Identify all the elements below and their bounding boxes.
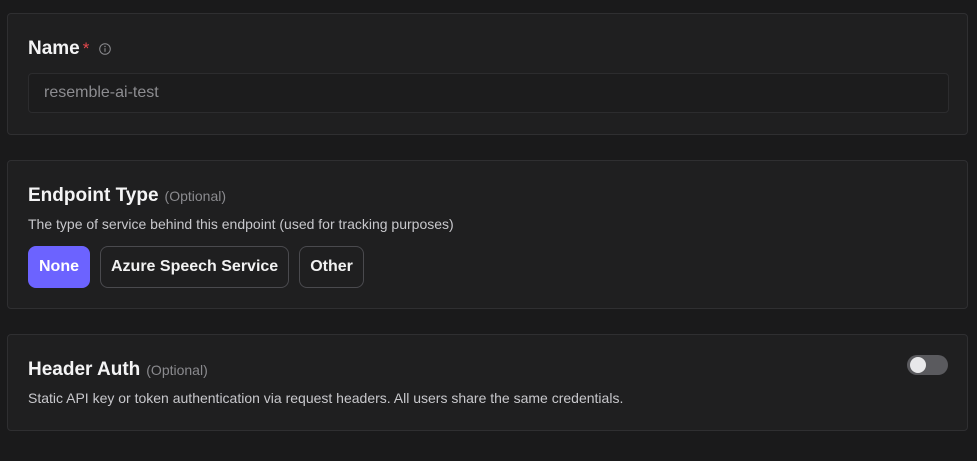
name-input[interactable] (28, 73, 949, 113)
optional-label: (Optional) (146, 362, 208, 378)
name-card: Name * (7, 13, 968, 135)
header-auth-title: Header Auth (28, 359, 141, 380)
header-auth-toggle[interactable] (907, 355, 948, 375)
endpoint-type-title: Endpoint Type (28, 185, 159, 206)
header-auth-card: Header Auth (Optional) Static API key or… (7, 334, 968, 431)
endpoint-option-azure-speech-button[interactable]: Azure Speech Service (100, 246, 290, 288)
header-auth-description: Static API key or token authentication v… (28, 390, 624, 406)
name-title-row: Name * (28, 38, 112, 60)
endpoint-type-card: Endpoint Type (Optional) The type of ser… (7, 160, 968, 309)
endpoint-type-description: The type of service behind this endpoint… (28, 216, 454, 232)
name-title: Name (28, 38, 80, 59)
endpoint-type-options: None Azure Speech Service Other (28, 246, 364, 288)
endpoint-type-title-row: Endpoint Type (Optional) (28, 185, 226, 207)
endpoint-option-other-button[interactable]: Other (299, 246, 364, 288)
info-icon[interactable] (99, 42, 112, 55)
optional-label: (Optional) (164, 188, 226, 204)
endpoint-option-none-button[interactable]: None (28, 246, 90, 288)
required-marker: * (82, 39, 90, 58)
toggle-knob (910, 357, 926, 373)
header-auth-title-row: Header Auth (Optional) (28, 359, 208, 381)
